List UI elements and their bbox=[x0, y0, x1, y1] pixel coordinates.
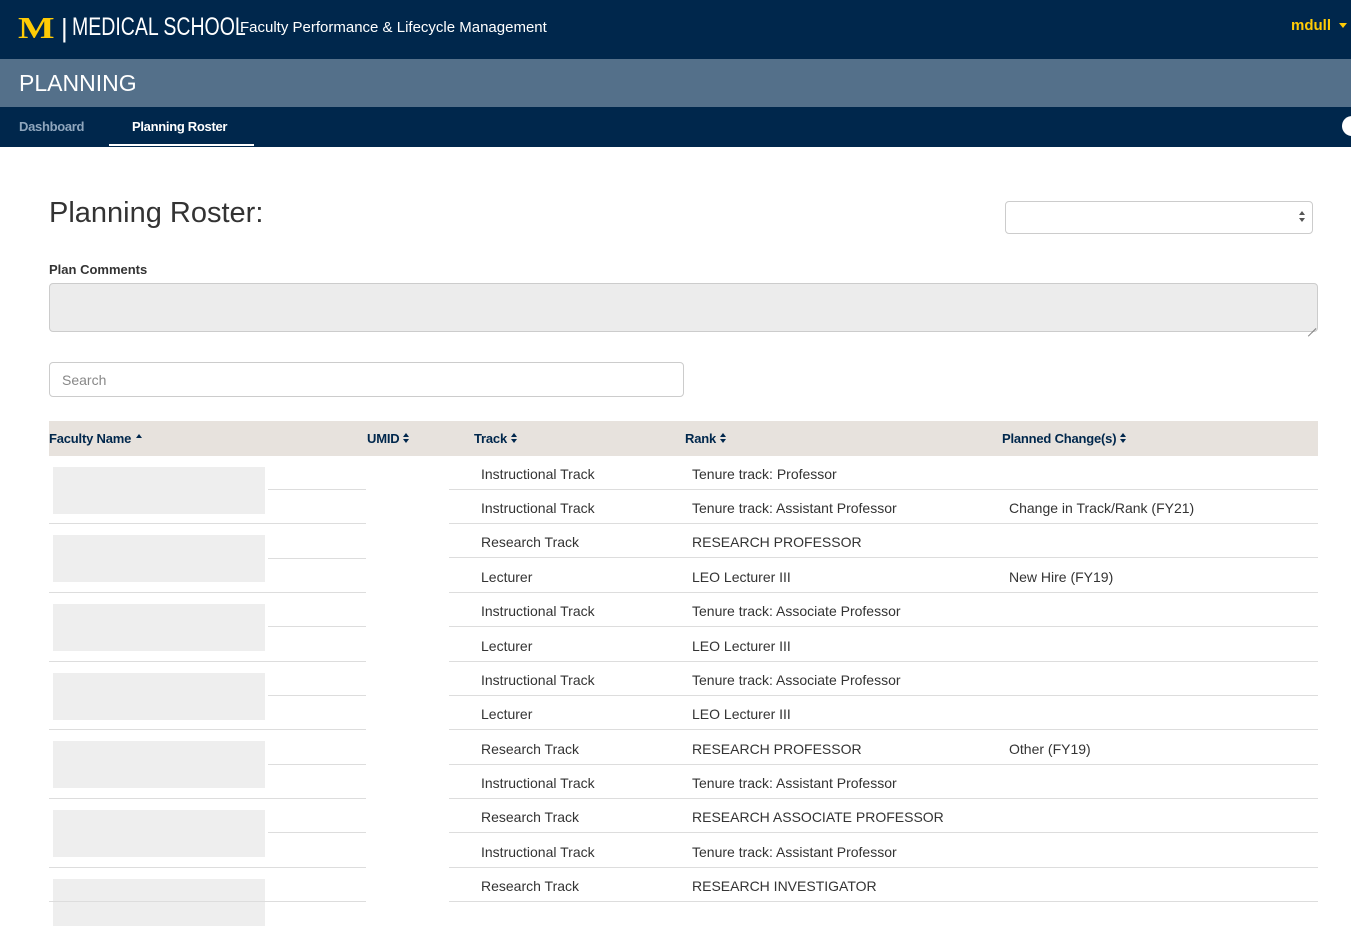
rank-cell: Tenure track: Assistant Professor bbox=[692, 844, 897, 860]
table-row[interactable]: Instructional Track Tenure track: Assist… bbox=[449, 834, 1318, 868]
plan-select[interactable] bbox=[1005, 201, 1313, 234]
rank-cell: LEO Lecturer III bbox=[692, 569, 791, 585]
row-divider bbox=[49, 798, 366, 799]
table-row[interactable]: Lecturer LEO Lecturer III New Hire (FY19… bbox=[449, 559, 1318, 593]
row-divider bbox=[268, 695, 366, 696]
table-row[interactable]: Research Track RESEARCH PROFESSOR Other … bbox=[449, 731, 1318, 765]
faculty-name-redacted[interactable] bbox=[53, 879, 265, 926]
sort-icon bbox=[403, 433, 410, 444]
sort-icon bbox=[720, 433, 727, 444]
tab-dashboard[interactable]: Dashboard bbox=[19, 119, 85, 134]
block-m-logo: M bbox=[18, 10, 55, 45]
table-row[interactable]: Research Track RESEARCH INVESTIGATOR bbox=[449, 868, 1318, 902]
rank-cell: RESEARCH PROFESSOR bbox=[692, 534, 862, 550]
column-label: Track bbox=[474, 431, 507, 446]
track-cell: Instructional Track bbox=[481, 466, 595, 482]
table-row[interactable]: Instructional Track Tenure track: Assist… bbox=[449, 490, 1318, 524]
rank-cell: RESEARCH PROFESSOR bbox=[692, 741, 862, 757]
faculty-name-redacted[interactable] bbox=[53, 810, 265, 857]
section-title: PLANNING bbox=[19, 70, 137, 96]
rank-cell: Tenure track: Assistant Professor bbox=[692, 500, 897, 516]
faculty-name-redacted[interactable] bbox=[53, 535, 265, 582]
column-header-rank[interactable]: Rank bbox=[685, 431, 727, 446]
track-cell: Instructional Track bbox=[481, 672, 595, 688]
active-tab-indicator bbox=[109, 144, 254, 146]
search-input[interactable] bbox=[49, 362, 684, 397]
plan-comments-textarea[interactable] bbox=[49, 283, 1318, 332]
column-label: Faculty Name bbox=[49, 431, 132, 446]
table-row[interactable]: Instructional Track Tenure track: Associ… bbox=[449, 593, 1318, 627]
rank-cell: LEO Lecturer III bbox=[692, 638, 791, 654]
user-menu[interactable]: mdull bbox=[1291, 17, 1351, 34]
column-label: Rank bbox=[685, 431, 716, 446]
track-cell: Instructional Track bbox=[481, 500, 595, 516]
table-row[interactable]: Research Track RESEARCH PROFESSOR bbox=[449, 524, 1318, 558]
faculty-name-redacted[interactable] bbox=[53, 673, 265, 720]
rank-cell: RESEARCH INVESTIGATOR bbox=[692, 878, 877, 894]
row-divider bbox=[49, 867, 366, 868]
faculty-name-redacted[interactable] bbox=[53, 467, 265, 514]
table-row[interactable]: Research Track RESEARCH ASSOCIATE PROFES… bbox=[449, 799, 1318, 833]
track-cell: Lecturer bbox=[481, 638, 533, 654]
rank-cell: Tenure track: Associate Professor bbox=[692, 672, 901, 688]
track-cell: Instructional Track bbox=[481, 603, 595, 619]
plan-comments-label: Plan Comments bbox=[49, 262, 148, 277]
app-title: Faculty Performance & Lifecycle Manageme… bbox=[240, 19, 547, 36]
sort-ascending-icon bbox=[136, 434, 143, 438]
resize-handle-icon[interactable] bbox=[1306, 319, 1316, 329]
sort-icon bbox=[510, 433, 518, 444]
planned-change-cell: New Hire (FY19) bbox=[1009, 569, 1114, 585]
column-header-track[interactable]: Track bbox=[474, 431, 518, 446]
rank-cell: LEO Lecturer III bbox=[692, 706, 791, 722]
planned-change-cell: Other (FY19) bbox=[1009, 741, 1091, 757]
track-cell: Research Track bbox=[481, 741, 580, 757]
caret-down-icon bbox=[1339, 23, 1347, 28]
column-header-planned-changes[interactable]: Planned Change(s) bbox=[1002, 431, 1127, 446]
table-row[interactable]: Lecturer LEO Lecturer III bbox=[449, 628, 1318, 662]
column-label: UMID bbox=[367, 431, 400, 446]
row-divider bbox=[49, 729, 366, 730]
track-cell: Research Track bbox=[481, 809, 580, 825]
row-divider bbox=[268, 832, 366, 833]
faculty-name-redacted[interactable] bbox=[53, 741, 265, 788]
track-cell: Research Track bbox=[481, 878, 580, 894]
rank-cell: Tenure track: Assistant Professor bbox=[692, 775, 897, 791]
row-divider bbox=[49, 661, 366, 662]
row-divider bbox=[49, 592, 366, 593]
rank-cell: Tenure track: Professor bbox=[692, 466, 837, 482]
row-divider bbox=[49, 901, 366, 902]
track-cell: Lecturer bbox=[481, 706, 533, 722]
medical-school-logo[interactable]: M | MEDICAL SCHOOL bbox=[18, 10, 246, 45]
track-cell: Instructional Track bbox=[481, 775, 595, 791]
row-divider bbox=[268, 626, 366, 627]
logo-text: MEDICAL SCHOOL bbox=[71, 13, 246, 41]
top-header: M | MEDICAL SCHOOL Faculty Performance &… bbox=[0, 0, 1351, 59]
row-divider bbox=[268, 558, 366, 559]
planned-change-cell: Change in Track/Rank (FY21) bbox=[1009, 500, 1195, 516]
track-cell: Instructional Track bbox=[481, 844, 595, 860]
username: mdull bbox=[1291, 17, 1331, 34]
row-divider bbox=[49, 523, 366, 524]
faculty-name-redacted[interactable] bbox=[53, 604, 265, 651]
table-row[interactable]: Instructional Track Tenure track: Profes… bbox=[449, 456, 1318, 490]
track-cell: Lecturer bbox=[481, 569, 533, 585]
sort-icon bbox=[1120, 433, 1127, 444]
table-row[interactable]: Instructional Track Tenure track: Assist… bbox=[449, 765, 1318, 799]
table-row[interactable]: Lecturer LEO Lecturer III bbox=[449, 696, 1318, 730]
rank-cell: RESEARCH ASSOCIATE PROFESSOR bbox=[692, 809, 944, 825]
row-divider bbox=[268, 489, 366, 490]
select-arrows-icon bbox=[1299, 210, 1305, 224]
nav-bar: Dashboard Planning Roster bbox=[0, 107, 1351, 147]
row-divider bbox=[268, 764, 366, 765]
column-header-faculty-name[interactable]: Faculty Name bbox=[49, 431, 143, 446]
section-bar: PLANNING bbox=[0, 59, 1351, 107]
track-cell: Research Track bbox=[481, 534, 580, 550]
column-label: Planned Change(s) bbox=[1002, 431, 1117, 446]
column-header-umid[interactable]: UMID bbox=[367, 431, 410, 446]
table-row[interactable]: Instructional Track Tenure track: Associ… bbox=[449, 662, 1318, 696]
table-header: Faculty Name UMID Track Rank Planned Cha… bbox=[49, 421, 1318, 456]
rank-cell: Tenure track: Associate Professor bbox=[692, 603, 901, 619]
page-title: Planning Roster: bbox=[49, 197, 264, 229]
tab-planning-roster[interactable]: Planning Roster bbox=[132, 119, 227, 134]
